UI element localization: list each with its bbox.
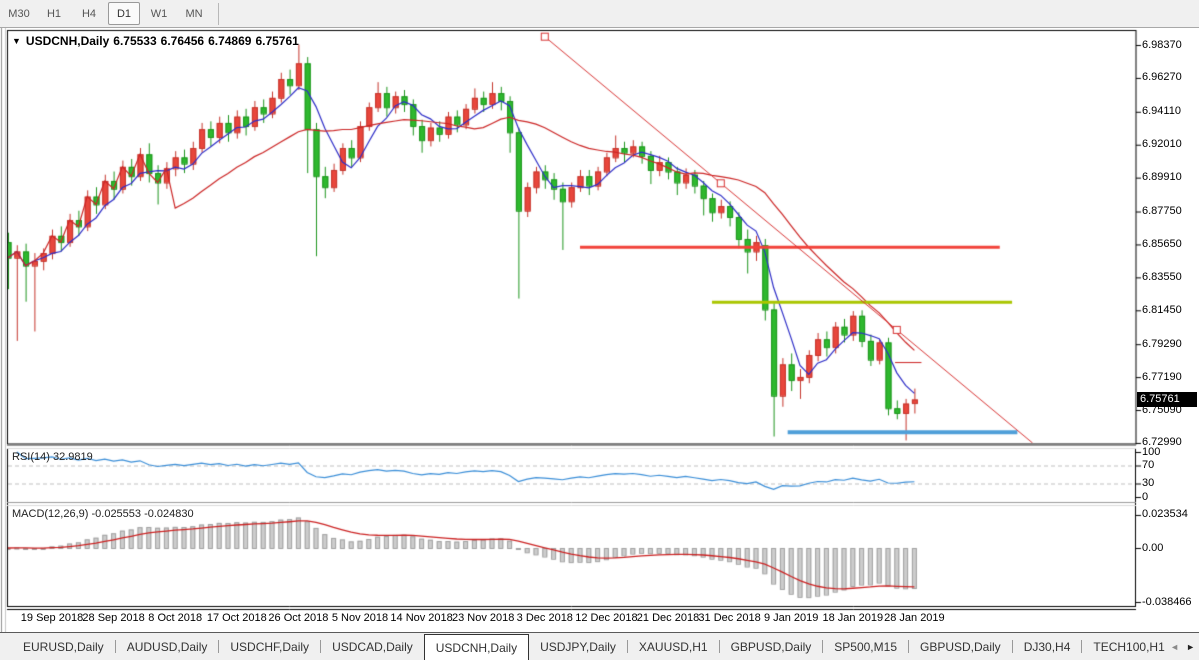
price-axis-label: 6.96270 — [1142, 71, 1182, 83]
macd-indicator-name: MACD(12,26,9) — [12, 508, 88, 520]
price-axis-label: 6.77190 — [1142, 371, 1182, 383]
rsi-pane-label: RSI(14) 32.9819 — [12, 451, 93, 463]
rsi-axis-label: 30 — [1142, 477, 1154, 489]
chart-tab-sp500-8[interactable]: SP500,M15 — [823, 633, 908, 660]
price-axis-label: 6.94110 — [1142, 105, 1181, 117]
chart-tab-usdcnh-4[interactable]: USDCNH,Daily — [424, 634, 529, 660]
timeframe-button-w1[interactable]: W1 — [143, 2, 175, 25]
chart-tab-xauusd-6[interactable]: XAUUSD,H1 — [628, 633, 719, 660]
rsi-axis-label: 100 — [1142, 446, 1160, 458]
tab-scroll-left-icon[interactable]: ◄ — [1170, 642, 1179, 652]
chart-tab-usdjpy-5[interactable]: USDJPY,Daily — [529, 633, 627, 660]
rsi-indicator-name: RSI(14) — [12, 451, 50, 463]
date-axis-label: 23 Nov 2018 — [452, 612, 514, 624]
chart-title: ▼ USDCNH,Daily 6.75533 6.76456 6.74869 6.7576… — [12, 34, 303, 48]
date-axis-label: 17 Oct 2018 — [207, 612, 267, 624]
date-axis-label: 14 Nov 2018 — [390, 612, 452, 624]
timeframe-button-h1[interactable]: H1 — [38, 2, 70, 25]
chart-tab-gbpusd-7[interactable]: GBPUSD,Daily — [720, 633, 823, 660]
rsi-axis-label: 0 — [1142, 491, 1148, 503]
date-axis-label: 28 Jan 2019 — [884, 612, 945, 624]
price-axis-label: 6.79290 — [1142, 338, 1182, 350]
price-axis-label: 6.98370 — [1142, 39, 1182, 51]
ohlc-high: 6.76456 — [161, 34, 204, 48]
date-axis-label: 18 Jan 2019 — [823, 612, 884, 624]
macd-indicator-signal-value: -0.024830 — [144, 508, 194, 520]
toolbar-separator — [218, 3, 219, 25]
chart-tab-usdcad-3[interactable]: USDCAD,Daily — [321, 633, 424, 660]
timeframe-button-h4[interactable]: H4 — [73, 2, 105, 25]
price-axis-label: 6.89910 — [1142, 171, 1182, 183]
date-axis-label: 21 Dec 2018 — [637, 612, 699, 624]
date-axis-label: 26 Oct 2018 — [268, 612, 328, 624]
chart-tab-usdchf-2[interactable]: USDCHF,Daily — [219, 633, 320, 660]
date-axis-label: 31 Dec 2018 — [698, 612, 760, 624]
chart-tab-dj30-10[interactable]: DJ30,H4 — [1013, 633, 1082, 660]
macd-pane-label: MACD(12,26,9) -0.025553 -0.024830 — [12, 508, 194, 520]
chart-tab-audusd-1[interactable]: AUDUSD,Daily — [116, 633, 219, 660]
current-price-badge: 6.75761 — [1137, 392, 1197, 407]
timeframe-button-d1[interactable]: D1 — [108, 2, 140, 25]
timeframe-toolbar: M30H1H4D1W1MN — [0, 0, 1199, 28]
chart-tab-eurusd-0[interactable]: EURUSD,Daily — [12, 633, 115, 660]
date-axis-label: 19 Sep 2018 — [21, 612, 83, 624]
timeframe-button-m30[interactable]: M30 — [3, 2, 35, 25]
date-axis-label: 5 Nov 2018 — [332, 612, 388, 624]
chart-tab-tech100-11[interactable]: TECH100,H1 — [1082, 633, 1175, 660]
rsi-indicator-value: 32.9819 — [53, 451, 93, 463]
chart-symbol-label: USDCNH,Daily — [26, 34, 109, 48]
macd-axis-label: 0.023534 — [1142, 508, 1188, 520]
chart-area: ▼ USDCNH,Daily 6.75533 6.76456 6.74869 6.7576… — [0, 28, 1199, 632]
ohlc-low: 6.74869 — [208, 34, 251, 48]
macd-indicator-main-value: -0.025553 — [91, 508, 141, 520]
ohlc-open: 6.75533 — [113, 34, 156, 48]
price-axis-label: 6.87750 — [1142, 205, 1182, 217]
chart-tab-gbpusd-9[interactable]: GBPUSD,Daily — [909, 633, 1012, 660]
timeframe-button-mn[interactable]: MN — [178, 2, 210, 25]
mt4-window: M30H1H4D1W1MN ▼ USDCNH,Daily 6.75533 6.7645… — [0, 0, 1199, 660]
rsi-axis-label: 70 — [1142, 459, 1154, 471]
date-axis-label: 3 Dec 2018 — [517, 612, 573, 624]
date-axis-label: 9 Jan 2019 — [764, 612, 818, 624]
chart-canvas[interactable] — [0, 28, 1199, 632]
date-axis-label: 8 Oct 2018 — [148, 612, 202, 624]
macd-axis-label: 0.00 — [1142, 542, 1163, 554]
ohlc-close: 6.75761 — [255, 34, 298, 48]
date-axis-label: 12 Dec 2018 — [575, 612, 637, 624]
price-axis-label: 6.81450 — [1142, 304, 1182, 316]
chart-tab-bar: EURUSD,DailyAUDUSD,DailyUSDCHF,DailyUSDC… — [0, 632, 1199, 660]
price-axis-label: 6.92010 — [1142, 138, 1182, 150]
chart-dropdown-icon[interactable]: ▼ — [12, 36, 21, 46]
tab-scroll-right-icon[interactable]: ► — [1186, 642, 1195, 652]
price-axis-label: 6.83550 — [1142, 271, 1182, 283]
date-axis-label: 28 Sep 2018 — [82, 612, 144, 624]
macd-axis-label: -0.038466 — [1142, 596, 1192, 608]
tab-scroll-arrows: ◄► — [1170, 633, 1195, 660]
price-axis-label: 6.85650 — [1142, 238, 1182, 250]
